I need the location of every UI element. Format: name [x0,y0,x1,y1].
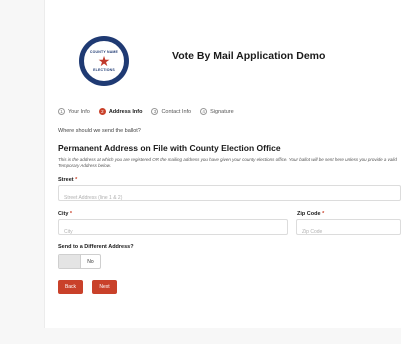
zip-field [296,219,401,239]
logo-text-bottom: ELECTIONS [93,68,115,72]
city-label-text: City [58,211,69,217]
street-field [58,185,401,205]
step-number: 3 [151,108,159,115]
required-mark: * [69,211,73,217]
street-input[interactable] [59,191,400,205]
step-label: Contact Info [161,108,192,115]
step-label: Signature [210,108,234,115]
step-progress: 1 Your Info 2 Address Info 3 Contact Inf… [58,108,234,115]
section-description: This is the address at which you are reg… [58,157,397,168]
zip-label-text: Zip Code [297,211,321,217]
ballot-prompt: Where should we send the ballot? [58,128,141,134]
step-number: 1 [58,108,65,115]
step-contact-info[interactable]: 3 Contact Info [151,108,191,115]
back-button[interactable]: Back [58,280,83,294]
step-your-info[interactable]: 1 Your Info [58,108,90,115]
city-label: City * [58,211,72,217]
star-icon: ★ [97,53,111,69]
next-button[interactable]: Next [92,280,117,294]
logo-seal: COUNTY NAME ★ ELECTIONS [83,40,125,82]
toggle-knob [59,255,81,268]
page-title: Vote By Mail Application Demo [172,50,326,62]
city-field [58,219,288,239]
step-address-info[interactable]: 2 Address Info [98,108,143,115]
step-label: Your Info [68,108,90,115]
required-mark: * [75,177,78,183]
street-label-text: Street [58,177,74,183]
city-input[interactable] [59,225,287,239]
toggle-value: No [87,258,94,265]
zip-input[interactable] [297,225,400,239]
section-title: Permanent Address on File with County El… [58,143,281,153]
different-address-toggle[interactable]: No [58,254,101,269]
step-number: 4 [200,108,208,115]
step-label: Address Info [108,108,143,115]
step-number: 2 [98,108,106,115]
required-mark: * [322,211,325,217]
step-signature[interactable]: 4 Signature [200,108,234,115]
different-address-label: Send to a Different Address? [58,244,134,250]
street-label: Street * [58,177,77,183]
county-elections-logo: COUNTY NAME ★ ELECTIONS [79,36,129,86]
zip-label: Zip Code * [297,211,324,217]
